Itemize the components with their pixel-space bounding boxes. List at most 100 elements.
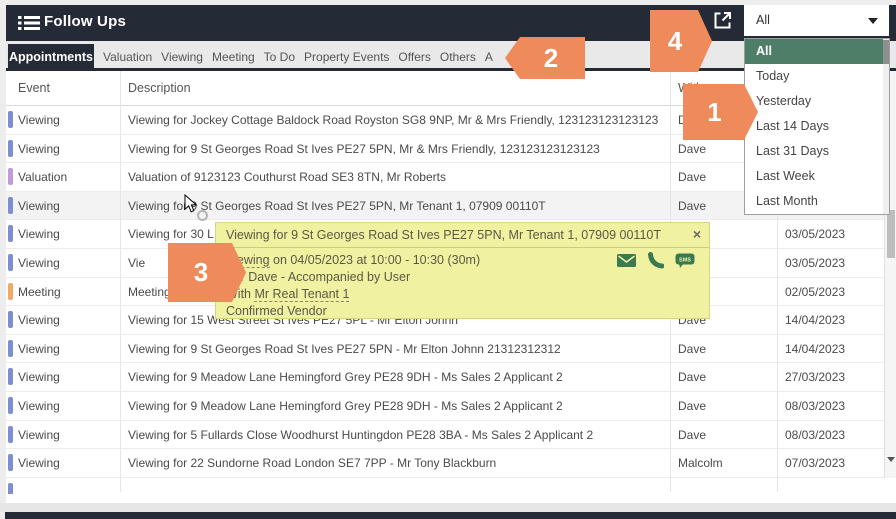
date-cell: 03/05/2023 bbox=[785, 220, 845, 248]
with-cell: Dave bbox=[678, 392, 706, 420]
event-cell: Viewing bbox=[18, 135, 60, 163]
event-cell: Valuation bbox=[18, 163, 67, 191]
close-icon[interactable]: × bbox=[693, 226, 701, 242]
sms-icon-label: SMS bbox=[679, 257, 691, 263]
table-row-partial[interactable] bbox=[6, 478, 884, 494]
dropdown-scrollbar-thumb[interactable] bbox=[883, 40, 889, 64]
event-type-bar bbox=[8, 397, 13, 414]
tab-row: Valuation Viewing Meeting To Do Property… bbox=[103, 44, 493, 70]
event-cell: Viewing bbox=[18, 449, 60, 477]
with-cell: Dave bbox=[678, 335, 706, 363]
tooltip-when-rest: on 04/05/2023 at 10:00 - 10:30 (30m) bbox=[270, 253, 481, 267]
event-type-bar bbox=[8, 340, 13, 357]
tooltip-for-line: For Dave - Accompanied by User bbox=[226, 269, 699, 286]
table-row[interactable]: Viewing Viewing for 9 Meadow Lane Heming… bbox=[6, 363, 884, 392]
scrollbar-down-arrow-icon[interactable] bbox=[887, 457, 895, 462]
footer-strip bbox=[0, 503, 896, 512]
tab-to-do[interactable]: To Do bbox=[264, 50, 295, 64]
option-yesterday[interactable]: Yesterday bbox=[745, 89, 884, 114]
tab-valuation[interactable]: Valuation bbox=[103, 50, 152, 64]
event-type-bar bbox=[8, 168, 13, 185]
date-cell: 27/03/2023 bbox=[785, 363, 845, 391]
mouse-cursor bbox=[184, 194, 198, 219]
with-cell: Dave bbox=[678, 192, 706, 220]
table-row[interactable]: Viewing Viewing for 9 St Georges Road St… bbox=[6, 335, 884, 364]
follow-ups-window: Follow Ups All Appointments Valuation Vi… bbox=[0, 0, 896, 519]
tab-meeting[interactable]: Meeting bbox=[212, 50, 255, 64]
with-cell: Dave bbox=[678, 421, 706, 449]
phone-icon[interactable] bbox=[647, 252, 664, 269]
description-cell: Viewing for 9 St Georges Road St Ives PE… bbox=[128, 192, 672, 220]
event-cell: Viewing bbox=[18, 106, 60, 134]
tooltip-title: Viewing for 9 St Georges Road St Ives PE… bbox=[216, 223, 709, 248]
column-divider bbox=[120, 71, 121, 492]
table-row[interactable]: Viewing Viewing for 22 Sundorne Road Lon… bbox=[6, 449, 884, 478]
list-icon bbox=[18, 15, 40, 36]
external-link-icon[interactable] bbox=[711, 9, 734, 37]
event-type-bar bbox=[8, 426, 13, 443]
chevron-down-icon bbox=[868, 18, 878, 24]
page-title: Follow Ups bbox=[44, 13, 126, 30]
column-header-event[interactable]: Event bbox=[18, 71, 50, 105]
event-type-bar bbox=[8, 368, 13, 385]
event-cell: Viewing bbox=[18, 306, 60, 334]
option-last-31-days[interactable]: Last 31 Days bbox=[745, 139, 884, 164]
date-cell: 03/05/2023 bbox=[785, 249, 845, 277]
table-row[interactable]: Viewing Viewing for 9 Meadow Lane Heming… bbox=[6, 392, 884, 421]
table-row[interactable]: Viewing Viewing for 5 Fullards Close Woo… bbox=[6, 421, 884, 450]
tab-others[interactable]: Others bbox=[440, 50, 476, 64]
callout-arrow-3: 3 bbox=[168, 243, 246, 302]
tab-viewing[interactable]: Viewing bbox=[161, 50, 203, 64]
option-all[interactable]: All bbox=[745, 39, 884, 64]
event-type-bar bbox=[8, 254, 13, 271]
option-last-week[interactable]: Last Week bbox=[745, 164, 884, 189]
event-type-bar bbox=[8, 140, 13, 157]
footer-bar bbox=[5, 512, 896, 519]
event-cell: Viewing bbox=[18, 392, 60, 420]
description-cell: Viewing for 5 Fullards Close Woodhurst H… bbox=[128, 421, 672, 449]
event-type-bar bbox=[8, 197, 13, 214]
tab-appointments[interactable]: Appointments bbox=[8, 44, 94, 71]
column-header-description[interactable]: Description bbox=[128, 71, 191, 105]
description-cell: Viewing for 9 Meadow Lane Hemingford Gre… bbox=[128, 363, 672, 391]
event-type-bar bbox=[8, 225, 13, 242]
date-filter-select[interactable]: All bbox=[744, 5, 889, 36]
event-cell: Viewing bbox=[18, 335, 60, 363]
sms-icon[interactable]: SMS bbox=[675, 253, 695, 269]
date-cell: 08/03/2023 bbox=[785, 421, 845, 449]
description-cell: Viewing for 9 Meadow Lane Hemingford Gre… bbox=[128, 392, 672, 420]
tab-offers[interactable]: Offers bbox=[398, 50, 430, 64]
tooltip-status-line: Confirmed Vendor bbox=[226, 303, 699, 320]
tenant-link[interactable]: Mr Real Tenant 1 bbox=[254, 287, 349, 302]
event-cell: Meeting bbox=[18, 278, 61, 306]
dropdown-scrollbar[interactable] bbox=[883, 39, 889, 214]
event-type-bar bbox=[8, 454, 13, 471]
scrollbar-thumb[interactable] bbox=[887, 210, 895, 258]
event-type-bar bbox=[8, 483, 13, 494]
option-last-month[interactable]: Last Month bbox=[745, 189, 884, 214]
with-cell: Malcolm bbox=[678, 449, 723, 477]
event-cell: Viewing bbox=[18, 249, 60, 277]
event-cell: Viewing bbox=[18, 192, 60, 220]
event-type-bar bbox=[8, 311, 13, 328]
option-last-14-days[interactable]: Last 14 Days bbox=[745, 114, 884, 139]
event-cell: Viewing bbox=[18, 363, 60, 391]
date-cell: 02/05/2023 bbox=[785, 278, 845, 306]
callout-arrow-1: 1 bbox=[683, 84, 758, 140]
tooltip-with-line: With Mr Real Tenant 1 bbox=[226, 286, 699, 303]
date-filter-dropdown: All Today Yesterday Last 14 Days Last 31… bbox=[744, 38, 890, 215]
event-type-bar bbox=[8, 111, 13, 128]
date-cell: 08/03/2023 bbox=[785, 392, 845, 420]
email-icon[interactable] bbox=[617, 254, 636, 267]
description-cell: Valuation of 9123123 Couthurst Road SE3 … bbox=[128, 163, 672, 191]
event-type-bar bbox=[8, 283, 13, 300]
description-cell: Viewing for Jockey Cottage Baldock Road … bbox=[128, 106, 672, 134]
tab-property-events[interactable]: Property Events bbox=[304, 50, 389, 64]
tab-partial[interactable]: A bbox=[485, 50, 493, 64]
event-tooltip: Viewing for 9 St Georges Road St Ives PE… bbox=[215, 222, 710, 319]
description-cell: Viewing for 9 St Georges Road St Ives PE… bbox=[128, 335, 672, 363]
description-cell: Viewing for 9 St Georges Road St Ives PE… bbox=[128, 135, 672, 163]
tooltip-actions: SMS bbox=[617, 252, 695, 269]
option-today[interactable]: Today bbox=[745, 64, 884, 89]
date-cell: 14/04/2023 bbox=[785, 335, 845, 363]
